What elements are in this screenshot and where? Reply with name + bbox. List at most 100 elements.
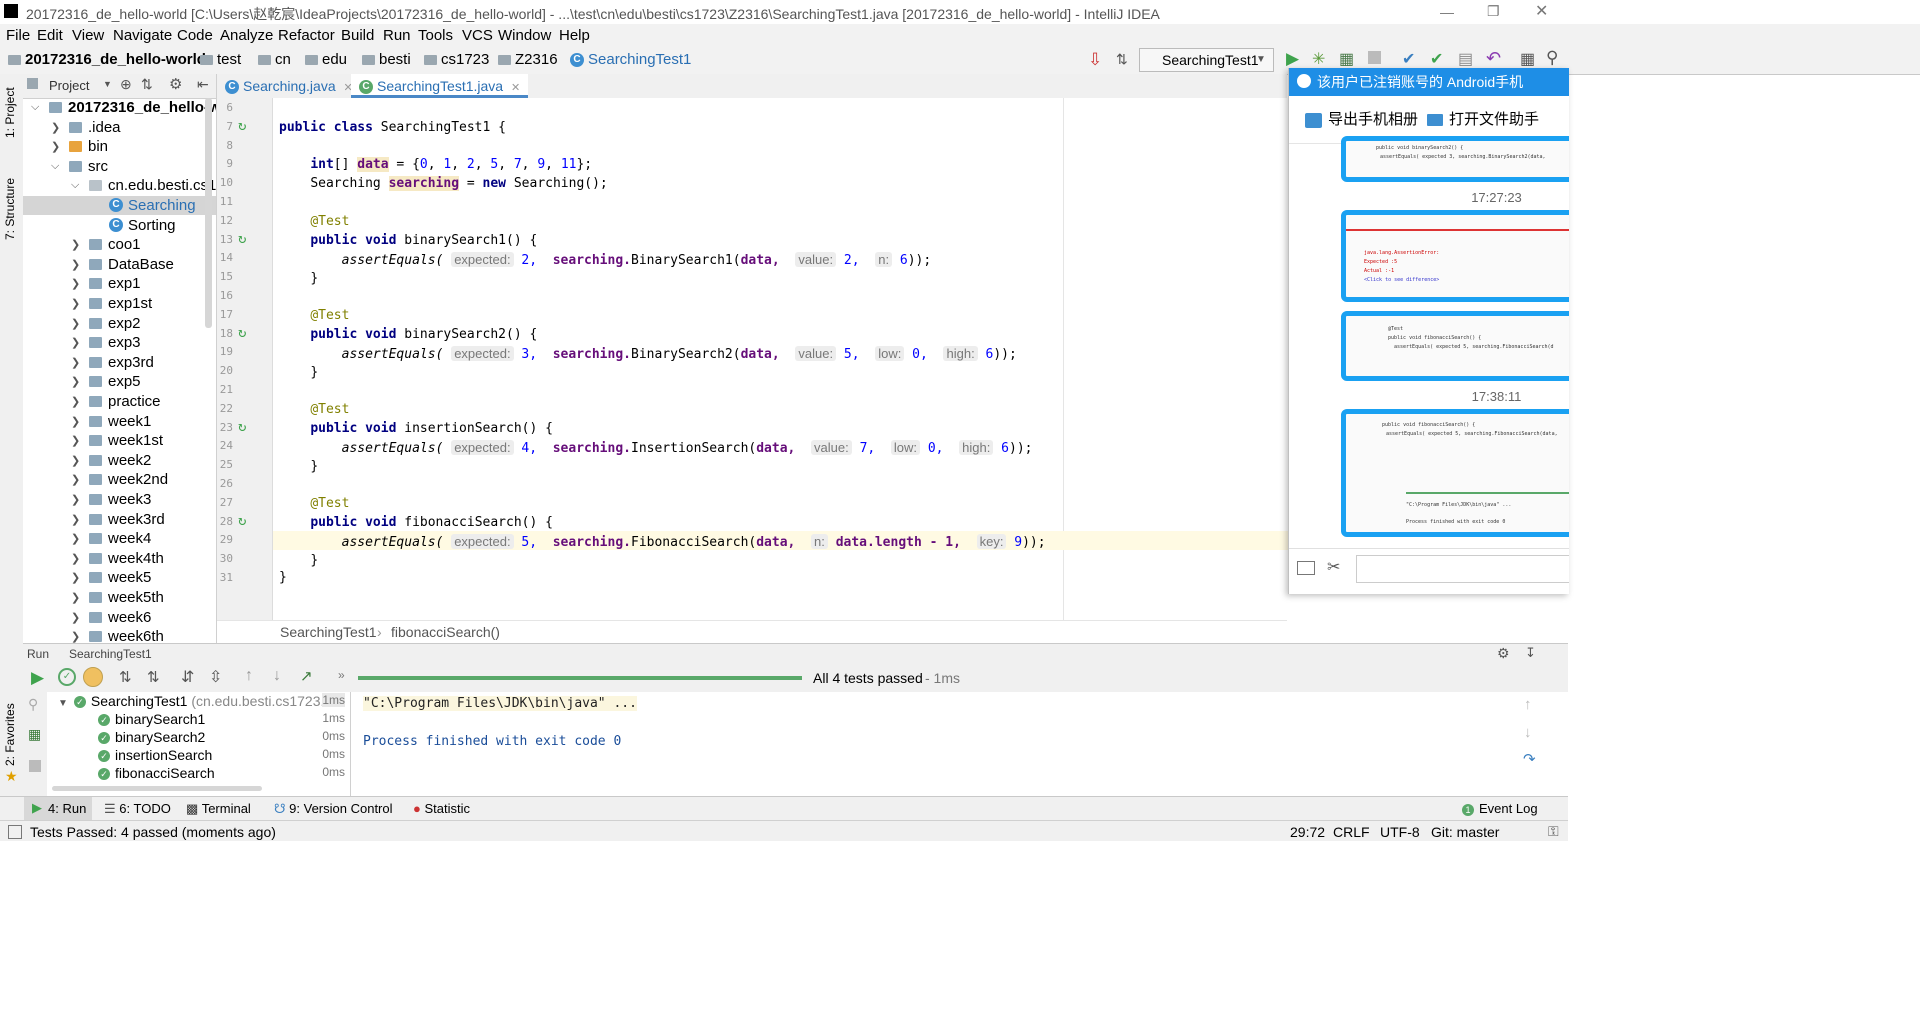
tree-item[interactable]: C Searching: [23, 196, 216, 215]
tree-item[interactable]: ❯ week2nd: [23, 470, 216, 489]
event-log-button[interactable]: 1 Event Log: [1462, 801, 1538, 816]
chevron-right-icon[interactable]: ❯: [71, 591, 80, 604]
project-view-label[interactable]: Project: [49, 78, 89, 93]
tree-item[interactable]: ❯ exp2: [23, 314, 216, 333]
collapse-all-icon[interactable]: ⇳: [209, 667, 222, 687]
lock-icon[interactable]: ⚿: [1548, 823, 1559, 840]
stop-icon[interactable]: [1368, 51, 1381, 64]
export-album-button[interactable]: 导出手机相册: [1305, 108, 1418, 129]
screenshot-thumbnail[interactable]: public void fibonacciSearch() { assertEq…: [1341, 409, 1569, 537]
chevron-right-icon[interactable]: ❯: [51, 140, 60, 153]
chevron-right-icon[interactable]: ❯: [71, 532, 80, 545]
crumb-method[interactable]: fibonacciSearch(): [391, 624, 500, 640]
stop-icon[interactable]: [29, 760, 41, 772]
tree-item[interactable]: ❯ bin: [23, 137, 216, 156]
chevron-right-icon[interactable]: ❯: [71, 297, 80, 310]
chevron-right-icon[interactable]: ❯: [71, 630, 80, 643]
sort-duration-icon[interactable]: ⇅: [147, 668, 160, 686]
expand-all-icon[interactable]: ⇵: [181, 667, 194, 687]
breadcrumb-test[interactable]: test: [200, 51, 241, 68]
hide-icon[interactable]: ↧: [1525, 645, 1536, 661]
tree-item[interactable]: ❯ week1st: [23, 431, 216, 450]
test-result-row[interactable]: ✓ binarySearch1 1ms: [98, 711, 348, 729]
sort-alpha-icon[interactable]: ⇅: [119, 668, 132, 686]
gear-icon[interactable]: ⚙: [1497, 645, 1510, 662]
test-result-row[interactable]: ✓ insertionSearch 0ms: [98, 747, 348, 765]
down-arrow-icon[interactable]: ↓: [1524, 724, 1532, 741]
tree-item[interactable]: ⌵ cn.edu.besti.cs1723: [23, 176, 216, 195]
breadcrumb-edu[interactable]: edu: [305, 51, 347, 68]
show-passed-icon[interactable]: ✓: [58, 668, 76, 686]
chevron-right-icon[interactable]: ❯: [71, 395, 80, 408]
tree-item[interactable]: ❯ coo1: [23, 235, 216, 254]
scrollbar[interactable]: [205, 98, 212, 328]
crumb-class[interactable]: SearchingTest1: [280, 624, 377, 640]
chevron-right-icon[interactable]: ❯: [71, 238, 80, 251]
sort-icon[interactable]: ⇅: [1116, 51, 1128, 68]
run-icon[interactable]: ▶: [1286, 49, 1299, 69]
test-root-row[interactable]: ▼ ✓ SearchingTest1 (cn.edu.besti.cs1723.Z …: [58, 693, 348, 711]
code-editor[interactable]: public class SearchingTest1 { int[] data…: [273, 98, 1288, 620]
tree-item[interactable]: ⌵ 20172316_de_hello-world: [23, 98, 216, 117]
tree-item[interactable]: ❯ week3rd: [23, 510, 216, 529]
chevron-right-icon[interactable]: ❯: [71, 513, 80, 526]
chevron-right-icon[interactable]: ❯: [71, 493, 80, 506]
console-output[interactable]: "C:\Program Files\JDK\bin\java" ... Proc…: [351, 692, 1516, 796]
vcs-history-icon[interactable]: ▤: [1458, 49, 1473, 69]
project-structure-icon[interactable]: ▦: [1520, 49, 1535, 69]
chevron-right-icon[interactable]: ❯: [71, 336, 80, 349]
tab-project[interactable]: 1: Project: [3, 87, 17, 138]
debug-icon[interactable]: ✳: [1312, 49, 1325, 69]
menu-window[interactable]: Window: [498, 27, 551, 44]
breadcrumb-besti[interactable]: besti: [362, 51, 411, 68]
breadcrumb-cs1723[interactable]: cs1723: [424, 51, 489, 68]
chevron-right-icon[interactable]: ❯: [71, 356, 80, 369]
menu-help[interactable]: Help: [559, 27, 590, 44]
screenshot-thumbnail[interactable]: public void binarySearch2() { assertEqua…: [1341, 136, 1569, 182]
coverage-icon[interactable]: ▦: [1339, 49, 1354, 69]
show-ignored-icon[interactable]: [83, 667, 103, 687]
run-test-gutter-icon[interactable]: ↻: [238, 118, 246, 134]
tree-item[interactable]: ❯ week3: [23, 490, 216, 509]
chevron-right-icon[interactable]: ❯: [51, 121, 60, 134]
close-icon[interactable]: ✕: [1535, 1, 1548, 21]
breadcrumb-cn[interactable]: cn: [258, 51, 291, 68]
chevron-right-icon[interactable]: ❯: [71, 611, 80, 624]
tool-tab-statistic[interactable]: ● Statistic: [413, 801, 470, 816]
collapse-icon[interactable]: ⇅: [141, 76, 153, 93]
run-test-gutter-icon[interactable]: ↻: [238, 325, 246, 341]
chevron-right-icon[interactable]: ❯: [71, 434, 80, 447]
menu-code[interactable]: Code: [177, 27, 213, 44]
export-icon[interactable]: ↗: [300, 667, 313, 685]
scissors-icon[interactable]: ✂: [1327, 557, 1340, 577]
soft-wrap-icon[interactable]: ↷: [1523, 750, 1536, 768]
revert-icon[interactable]: ↶: [1486, 48, 1501, 69]
tree-item[interactable]: ❯ week4: [23, 529, 216, 548]
tree-item[interactable]: C Sorting: [23, 216, 216, 235]
tab-favorites[interactable]: 2: Favorites: [3, 703, 17, 766]
chevron-right-icon[interactable]: ❯: [71, 375, 80, 388]
run-test-gutter-icon[interactable]: ↻: [238, 231, 246, 247]
tree-item[interactable]: ❯ exp1: [23, 274, 216, 293]
test-result-row[interactable]: ✓ fibonacciSearch 0ms: [98, 765, 348, 783]
line-separator[interactable]: CRLF: [1333, 824, 1370, 840]
tree-item[interactable]: ❯ exp5: [23, 372, 216, 391]
restore-layout-icon[interactable]: ▦: [28, 726, 41, 743]
chevron-right-icon[interactable]: ❯: [71, 277, 80, 290]
tab-searchingtest1-java[interactable]: C SearchingTest1.java ✕: [351, 74, 529, 98]
menu-file[interactable]: File: [6, 27, 30, 44]
tool-tab-todo[interactable]: ☰ 6: TODO: [104, 801, 171, 817]
menu-tools[interactable]: Tools: [418, 27, 453, 44]
run-panel-config[interactable]: SearchingTest1: [69, 647, 152, 661]
rerun-icon[interactable]: ▶: [31, 668, 44, 688]
menu-edit[interactable]: Edit: [37, 27, 63, 44]
open-file-assistant-button[interactable]: 打开文件助手: [1427, 108, 1539, 129]
tree-item[interactable]: ❯ week5: [23, 568, 216, 587]
chevron-right-icon[interactable]: ❯: [71, 258, 80, 271]
tree-item[interactable]: ❯ exp1st: [23, 294, 216, 313]
update-project-icon[interactable]: ⇩: [1088, 50, 1102, 70]
chevron-down-icon[interactable]: ⌵: [71, 179, 79, 192]
test-result-row[interactable]: ✓ binarySearch2 0ms: [98, 729, 348, 747]
hide-icon[interactable]: ⇤: [197, 76, 209, 93]
breadcrumb-class[interactable]: C SearchingTest1: [570, 51, 691, 68]
